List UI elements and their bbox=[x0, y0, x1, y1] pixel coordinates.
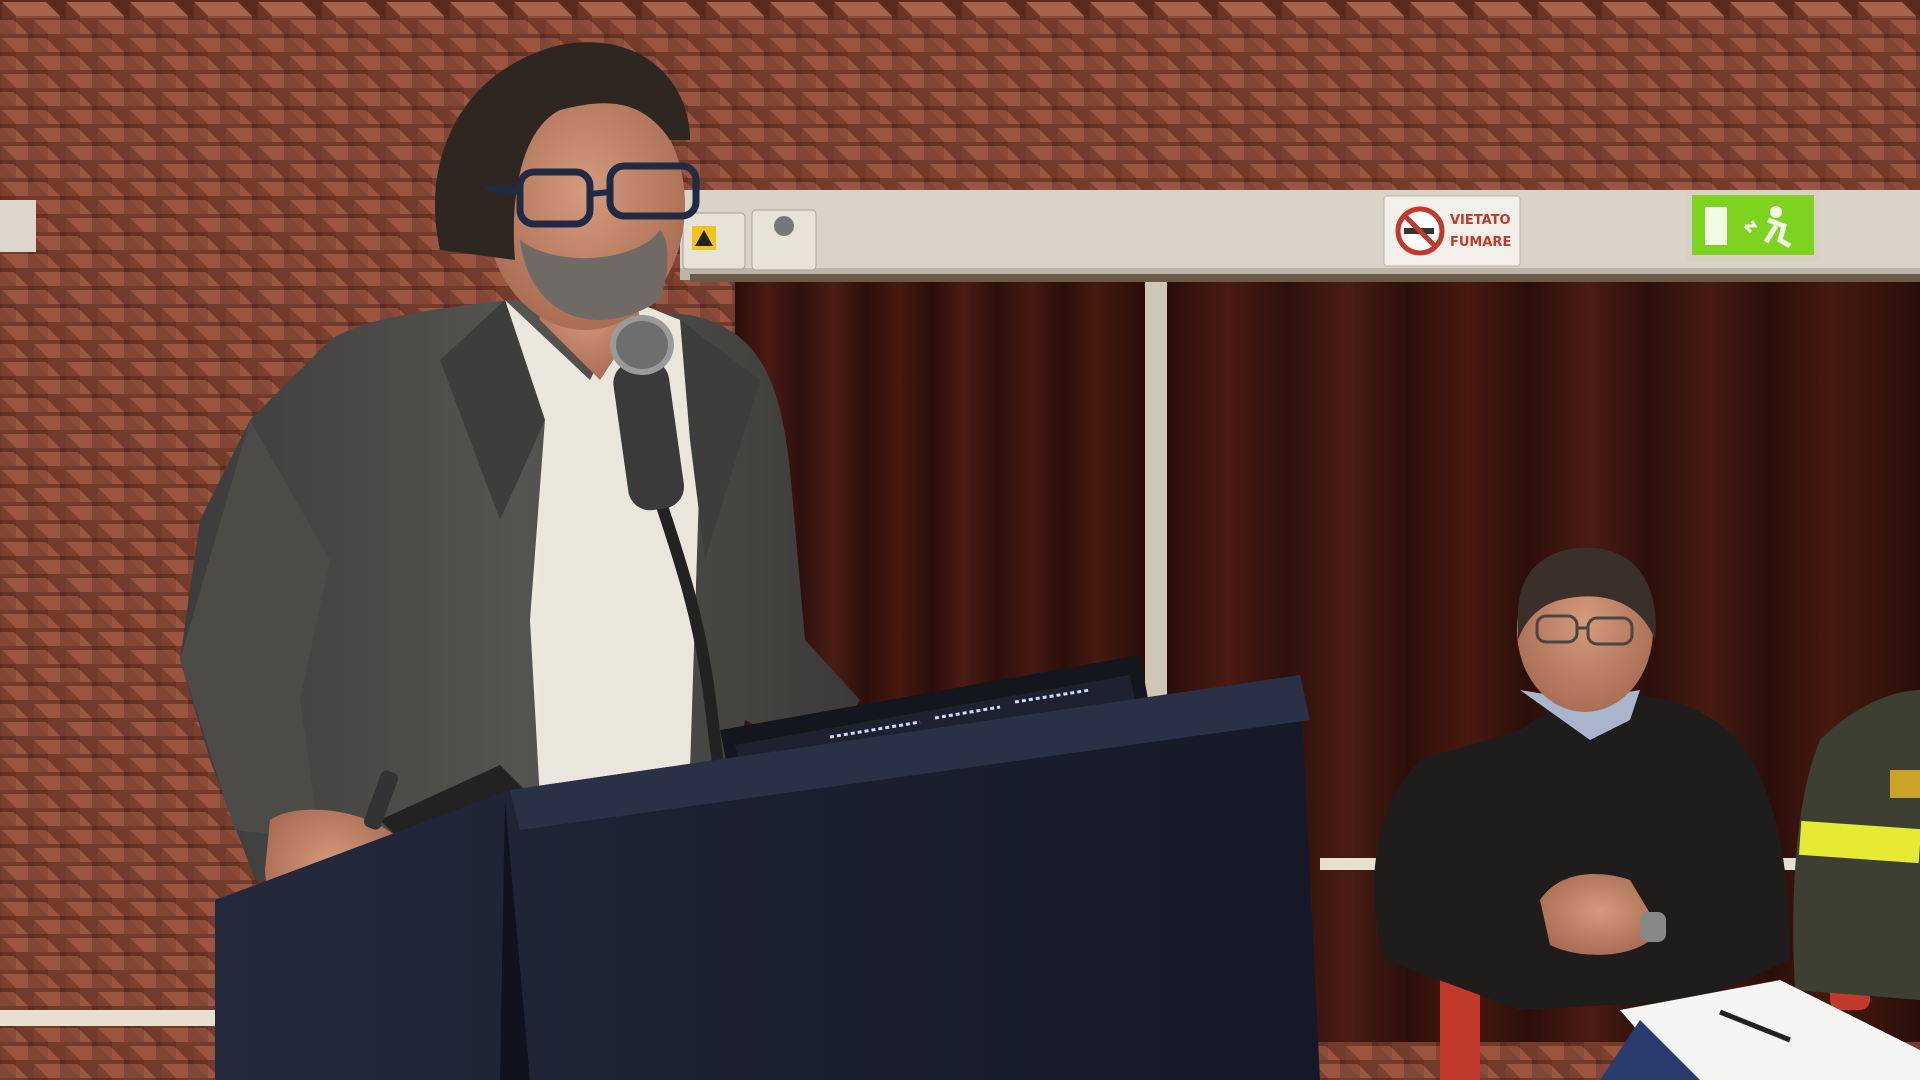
photo-scene: VIETATO FUMARE bbox=[0, 0, 1920, 1080]
wall-pillar bbox=[1145, 282, 1167, 742]
no-smoking-sign: VIETATO FUMARE bbox=[1383, 195, 1521, 267]
warning-triangle-icon bbox=[682, 212, 746, 270]
wall-box bbox=[0, 200, 36, 252]
curtain-rail bbox=[690, 274, 1920, 282]
emergency-exit-icon bbox=[1685, 190, 1820, 262]
sign-line-2: FUMARE bbox=[1450, 235, 1511, 250]
sign-line-1: VIETATO bbox=[1450, 213, 1511, 228]
no-smoking-icon bbox=[1395, 206, 1445, 256]
scene-canvas: VIETATO FUMARE bbox=[0, 0, 1920, 1080]
railing bbox=[0, 1010, 240, 1026]
camera-fixture bbox=[751, 209, 817, 271]
